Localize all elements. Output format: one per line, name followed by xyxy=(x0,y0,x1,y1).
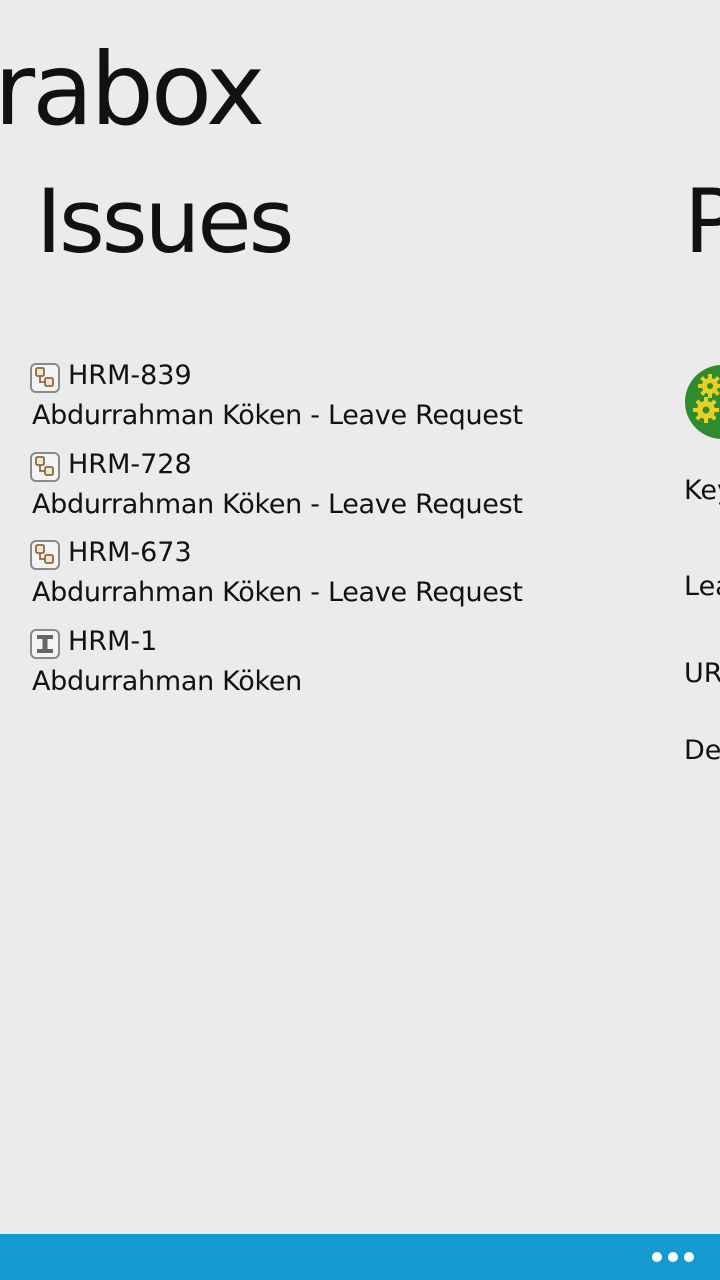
section-title-next-peek[interactable]: P xyxy=(684,178,720,266)
issue-summary: Abdurrahman Köken - Leave Request xyxy=(32,577,523,608)
app-bar xyxy=(0,1234,720,1280)
improvement-icon xyxy=(30,628,60,659)
dot xyxy=(684,1252,694,1262)
dot xyxy=(668,1252,678,1262)
issue-summary: Abdurrahman Köken - Leave Request xyxy=(32,488,523,520)
issue-item-hrm-1[interactable]: HRM-1 Abdurrahman Köken xyxy=(30,622,590,711)
issue-key: HRM-673 xyxy=(68,537,192,568)
ellipsis-icon[interactable] xyxy=(634,1234,694,1280)
peek-label-lead: Lea xyxy=(684,571,720,602)
section-title-issues[interactable]: Issues xyxy=(36,178,294,266)
issue-key: HRM-728 xyxy=(68,448,192,480)
issue-summary: Abdurrahman Köken xyxy=(32,665,302,697)
issue-head: HRM-839 xyxy=(30,356,590,396)
project-gears-icon xyxy=(685,365,720,439)
app-title: rabox xyxy=(0,31,265,148)
peek-label-key: Key xyxy=(684,475,720,506)
issue-key: HRM-839 xyxy=(68,360,192,391)
issue-head: HRM-1 xyxy=(30,622,590,662)
issue-item-hrm-728[interactable]: HRM-728 Abdurrahman Köken - Leave Reques… xyxy=(30,445,590,534)
dot xyxy=(652,1252,662,1262)
subtask-icon xyxy=(30,451,60,482)
peek-label-description: De xyxy=(684,735,720,766)
issue-item-hrm-673[interactable]: HRM-673 Abdurrahman Köken - Leave Reques… xyxy=(30,533,590,622)
issues-list: HRM-839 Abdurrahman Köken - Leave Reques… xyxy=(30,356,590,710)
issue-summary: Abdurrahman Köken - Leave Request xyxy=(32,400,523,431)
subtask-icon xyxy=(30,540,60,570)
subtask-icon xyxy=(30,363,60,393)
issue-head: HRM-728 xyxy=(30,445,590,485)
issue-head: HRM-673 xyxy=(30,533,590,573)
issue-item-hrm-839[interactable]: HRM-839 Abdurrahman Köken - Leave Reques… xyxy=(30,356,590,445)
issue-key: HRM-1 xyxy=(68,625,158,657)
screen: rabox Issues P HRM-839 Abdurrahman Köken… xyxy=(0,0,720,1280)
peek-label-url: UR xyxy=(684,658,720,689)
